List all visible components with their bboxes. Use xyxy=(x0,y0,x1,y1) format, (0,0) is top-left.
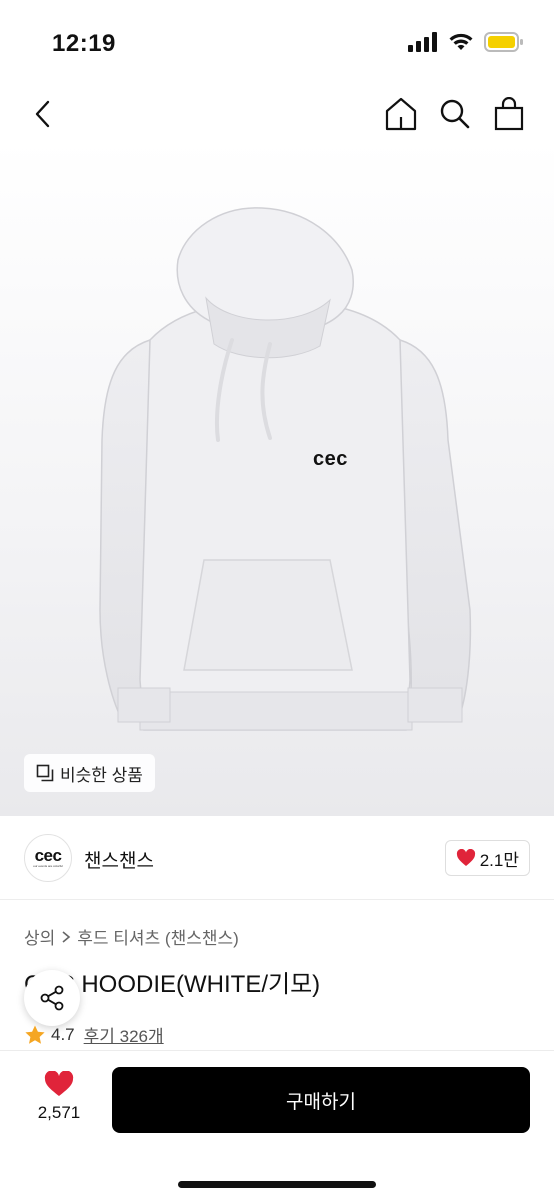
product-image[interactable]: cec 비슷한 상품 xyxy=(0,140,554,816)
hoodie-print: cec xyxy=(313,448,348,470)
hoodie-image xyxy=(99,207,472,731)
home-icon xyxy=(385,97,417,131)
buy-button[interactable]: 구매하기 xyxy=(112,1067,530,1133)
breadcrumb-subcategory[interactable]: 후드 티셔츠 (챈스챈스) xyxy=(77,924,239,949)
chevron-right-icon xyxy=(62,930,71,943)
rating-value: 4.7 xyxy=(51,1024,75,1044)
similar-products-label: 비슷한 상품 xyxy=(60,765,143,785)
search-icon xyxy=(440,99,470,129)
share-button[interactable] xyxy=(24,970,80,1026)
heart-icon xyxy=(44,1071,74,1096)
brand-like-count: 2.1만 xyxy=(479,850,519,870)
brand-name[interactable]: 챈스챈스 xyxy=(84,846,154,873)
breadcrumb: 상의 후드 티셔츠 (챈스챈스) xyxy=(24,924,239,949)
back-button[interactable] xyxy=(26,94,60,134)
brand-logo[interactable]: cec our events are colorful xyxy=(24,834,72,882)
similar-products-button[interactable]: 비슷한 상품 xyxy=(24,754,155,792)
review-link[interactable]: 후기 326개 xyxy=(84,1022,164,1047)
shopping-bag-icon xyxy=(494,97,524,131)
breadcrumb-category[interactable]: 상의 xyxy=(24,924,55,949)
signal-icon xyxy=(408,32,437,52)
rating: 4.7 후기 326개 xyxy=(24,1022,164,1047)
home-indicator xyxy=(178,1181,376,1188)
status-icons xyxy=(408,32,524,52)
status-bar: 12:19 xyxy=(0,0,554,88)
share-icon xyxy=(40,985,64,1011)
home-button[interactable] xyxy=(382,94,420,134)
wishlist-count: 2,571 xyxy=(37,1103,81,1122)
nav-bar xyxy=(0,88,554,140)
brand-logo-subtext: our events are colorful xyxy=(33,864,63,868)
nav-actions xyxy=(382,94,528,134)
heart-icon xyxy=(456,849,475,866)
bottom-bar: 2,571 구매하기 xyxy=(0,1050,554,1200)
chevron-left-icon xyxy=(35,100,50,128)
wishlist-button[interactable]: 2,571 xyxy=(28,1071,90,1123)
wifi-icon xyxy=(449,33,473,50)
star-icon xyxy=(25,1025,45,1044)
search-button[interactable] xyxy=(436,94,474,134)
cart-button[interactable] xyxy=(490,94,528,134)
brand-like-button[interactable]: 2.1만 xyxy=(444,840,530,876)
brand-row: cec our events are colorful 챈스챈스 2.1만 xyxy=(0,816,554,900)
battery-icon xyxy=(484,32,523,52)
brand-logo-text: cec xyxy=(34,846,62,865)
status-time: 12:19 xyxy=(52,30,116,57)
copy-icon xyxy=(36,764,54,782)
